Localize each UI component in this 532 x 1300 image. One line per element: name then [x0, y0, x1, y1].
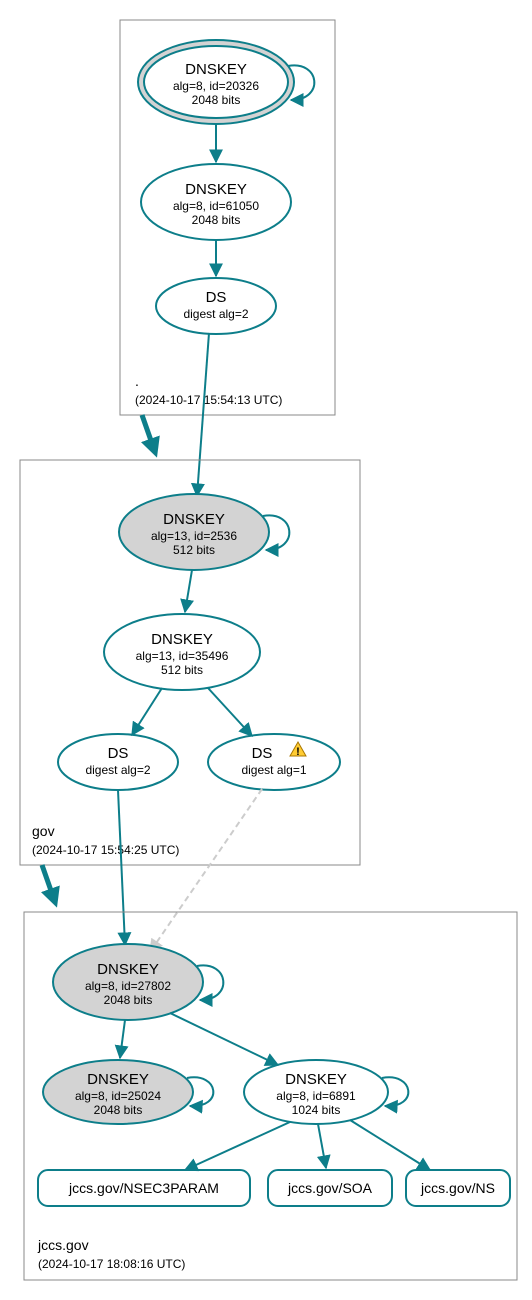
svg-text:DS: DS: [206, 289, 227, 306]
node-gov-zsk: DNSKEY alg=13, id=35496 512 bits: [104, 614, 260, 690]
svg-text:DNSKEY: DNSKEY: [87, 1071, 149, 1088]
svg-text:alg=8, id=20326: alg=8, id=20326: [173, 79, 259, 93]
node-gov-ds1: DS digest alg=2: [58, 734, 178, 790]
edge-gov-ds1-jccs-ksk: [118, 790, 125, 945]
edge-jccs-ksk-zsk: [170, 1013, 278, 1065]
node-jccs-zsk: DNSKEY alg=8, id=6891 1024 bits: [244, 1060, 388, 1124]
svg-text:2048 bits: 2048 bits: [104, 993, 153, 1007]
dnssec-chain-diagram: . (2024-10-17 15:54:13 UTC) DNSKEY alg=8…: [10, 10, 522, 1290]
rrset-nsec3param: jccs.gov/NSEC3PARAM: [38, 1170, 250, 1206]
svg-text:jccs.gov/NSEC3PARAM: jccs.gov/NSEC3PARAM: [68, 1180, 219, 1196]
svg-text:DNSKEY: DNSKEY: [163, 511, 225, 528]
edge-gov-ds2-jccs-ksk: [150, 789, 262, 952]
node-root-ksk: DNSKEY alg=8, id=20326 2048 bits: [138, 40, 294, 124]
zone-gov-label: gov: [32, 823, 55, 839]
node-jccs-ksk: DNSKEY alg=8, id=27802 2048 bits: [53, 944, 203, 1020]
node-jccs-ksk2: DNSKEY alg=8, id=25024 2048 bits: [43, 1060, 193, 1124]
node-root-ds: DS digest alg=2: [156, 278, 276, 334]
svg-text:!: !: [296, 746, 300, 758]
zone-root: . (2024-10-17 15:54:13 UTC) DNSKEY alg=8…: [120, 20, 335, 415]
edge-jccs-zsk-soa: [318, 1124, 326, 1168]
edge-jccs-zsk-ns: [350, 1120, 430, 1170]
svg-text:DNSKEY: DNSKEY: [185, 181, 247, 198]
svg-text:DNSKEY: DNSKEY: [151, 631, 213, 648]
svg-text:2048 bits: 2048 bits: [192, 93, 241, 107]
zone-jccs-timestamp: (2024-10-17 18:08:16 UTC): [38, 1257, 185, 1271]
edge-delegation-root-gov: [142, 415, 155, 452]
node-root-zsk: DNSKEY alg=8, id=61050 2048 bits: [141, 164, 291, 240]
edge-gov-zsk-ds1: [132, 688, 162, 735]
svg-text:DNSKEY: DNSKEY: [97, 961, 159, 978]
svg-text:digest alg=1: digest alg=1: [241, 763, 306, 777]
svg-text:alg=13, id=35496: alg=13, id=35496: [136, 649, 229, 663]
node-gov-ksk: DNSKEY alg=13, id=2536 512 bits: [119, 494, 269, 570]
rrset-soa: jccs.gov/SOA: [268, 1170, 392, 1206]
edge-jccs-zsk-nsec3: [185, 1122, 290, 1170]
svg-text:2048 bits: 2048 bits: [192, 213, 241, 227]
edge-gov-ksk-zsk: [185, 570, 192, 612]
svg-text:alg=8, id=27802: alg=8, id=27802: [85, 979, 171, 993]
edge-gov-zsk-ds2: [208, 688, 252, 736]
zone-root-timestamp: (2024-10-17 15:54:13 UTC): [135, 393, 282, 407]
zone-jccs: jccs.gov (2024-10-17 18:08:16 UTC) DNSKE…: [24, 912, 517, 1280]
svg-text:1024 bits: 1024 bits: [292, 1103, 341, 1117]
svg-text:512 bits: 512 bits: [161, 663, 203, 677]
svg-text:alg=8, id=25024: alg=8, id=25024: [75, 1089, 161, 1103]
zone-gov-timestamp: (2024-10-17 15:54:25 UTC): [32, 843, 179, 857]
zone-gov: gov (2024-10-17 15:54:25 UTC) DNSKEY alg…: [20, 460, 360, 865]
svg-text:DNSKEY: DNSKEY: [185, 61, 247, 78]
rrset-ns: jccs.gov/NS: [406, 1170, 510, 1206]
svg-text:2048 bits: 2048 bits: [94, 1103, 143, 1117]
edge-jccs-ksk-ksk2: [120, 1020, 125, 1058]
svg-text:jccs.gov/NS: jccs.gov/NS: [420, 1180, 495, 1196]
svg-text:DS: DS: [252, 745, 273, 762]
edge-delegation-gov-jccs: [42, 865, 55, 902]
zone-jccs-label: jccs.gov: [37, 1237, 89, 1253]
svg-text:DS: DS: [108, 745, 129, 762]
node-gov-ds2: DS digest alg=1 !: [208, 734, 340, 790]
svg-text:jccs.gov/SOA: jccs.gov/SOA: [287, 1180, 373, 1196]
svg-text:digest alg=2: digest alg=2: [183, 307, 248, 321]
svg-text:alg=8, id=61050: alg=8, id=61050: [173, 199, 259, 213]
svg-text:DNSKEY: DNSKEY: [285, 1071, 347, 1088]
svg-text:digest alg=2: digest alg=2: [85, 763, 150, 777]
zone-root-label: .: [135, 373, 139, 389]
svg-text:alg=13, id=2536: alg=13, id=2536: [151, 529, 237, 543]
svg-text:alg=8, id=6891: alg=8, id=6891: [276, 1089, 356, 1103]
svg-text:512 bits: 512 bits: [173, 543, 215, 557]
